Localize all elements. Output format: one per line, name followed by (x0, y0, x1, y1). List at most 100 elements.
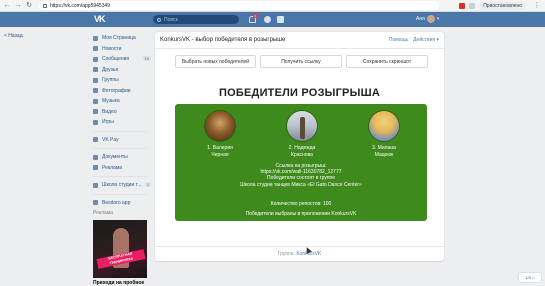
save-screenshot-button[interactable]: Сохранить скриншот (346, 55, 428, 68)
video-icon (93, 109, 98, 114)
actions-label: Действия (413, 37, 435, 43)
browser-toolbar: ← → ↻ https://vk.com/app5945349 Приостан… (0, 0, 545, 12)
extension-icon[interactable] (459, 3, 465, 9)
extension-icon[interactable] (469, 3, 475, 9)
winner-name[interactable]: 2. Надежда Краснова (272, 145, 332, 158)
chosen-in-app-note: Победители выбраны в приложении KonkursV… (175, 211, 427, 217)
nav-label: Документы (102, 154, 128, 160)
footer-label: Группа: (278, 251, 295, 257)
docs-icon (93, 155, 98, 160)
help-link[interactable]: Помощь (389, 37, 408, 43)
menu-icon[interactable]: ⋮ (533, 2, 541, 10)
games-icon (93, 120, 98, 125)
search-input[interactable] (164, 17, 234, 23)
address-bar[interactable]: https://vk.com/app5945349 (39, 1, 439, 10)
nav-item-video[interactable]: Видео (93, 107, 151, 118)
music-note-icon[interactable] (264, 16, 271, 23)
play-icon[interactable] (277, 16, 284, 23)
reload-icon[interactable]: ↻ (25, 2, 33, 10)
winner-photo[interactable] (286, 110, 318, 142)
back-arrow-icon[interactable]: ← (3, 2, 11, 10)
nav-label: Школа студии т... (102, 182, 142, 188)
divider (93, 131, 147, 132)
ad-image[interactable]: БЕСПЛАТНАЯ ТРЕНИРОВКА (93, 220, 147, 278)
group-name: Школа студии танцев Микса «El Gato Dance… (175, 182, 427, 188)
get-link-button[interactable]: Получить ссылку (260, 55, 342, 68)
ads-icon (93, 165, 98, 170)
vkpay-icon (93, 137, 98, 142)
nav-label: Видео (102, 109, 117, 115)
nav-label: Фотографии (102, 88, 131, 94)
nav-item-my-page[interactable]: Моя Страница (93, 33, 151, 44)
winner-surname-line: Мацеюк (354, 152, 414, 159)
nav-item-documents[interactable]: Документы (93, 152, 151, 163)
app-card: KonkursVK - выбор победителя в розыгрыше… (155, 32, 444, 261)
winner-card: 3. Милана Мацеюк (354, 110, 414, 158)
action-buttons: Выбрать новых победителей Получить ссылк… (175, 55, 428, 68)
lock-icon (43, 4, 47, 8)
messages-icon (93, 57, 98, 62)
school-icon (93, 183, 98, 188)
winners-panel: 1. Валерия Черная 2. Надежда Краснова 3.… (175, 104, 427, 221)
photos-icon (93, 88, 98, 93)
vk-header: VK 1 Аня ▾ (0, 12, 545, 27)
nav-item-news[interactable]: Новости (93, 44, 151, 55)
nav-label: Моя Страница (102, 35, 136, 41)
actions-menu[interactable]: Действия ▾ (413, 37, 439, 43)
app-footer: Группа: KonkursVK (155, 246, 444, 261)
app-header: KonkursVK - выбор победителя в розыгрыше… (155, 32, 444, 49)
avatar (427, 15, 435, 23)
friends-icon (93, 67, 98, 72)
nav-item-vkpay[interactable]: VK Pay (93, 135, 151, 146)
vk-logo[interactable]: VK (94, 15, 109, 24)
nav-item-messages[interactable]: Сообщения19 (93, 54, 151, 65)
music-icon (93, 99, 98, 104)
nav-label: Музыка (102, 98, 120, 104)
search-icon (157, 18, 161, 22)
nav-label: Новости (102, 46, 121, 52)
nav-item-photos[interactable]: Фотографии (93, 86, 151, 97)
nav-item-games[interactable]: Игры (93, 117, 151, 128)
ad-caption[interactable]: Приходи на пробное (93, 280, 151, 286)
winners-title: ПОБЕДИТЕЛИ РОЗЫГРЫША (155, 87, 444, 99)
nav-label: Реклама (102, 165, 122, 171)
profile-button[interactable]: Приостановлено (479, 2, 526, 10)
winner-name[interactable]: 1. Валерия Черная (190, 145, 250, 158)
url-text: https://vk.com/app5945349 (50, 3, 110, 9)
search-box[interactable] (153, 15, 239, 24)
nav-label: VK Pay (102, 137, 119, 143)
groups-icon (93, 78, 98, 83)
nav-item-school[interactable]: Школа студии т...1 (93, 180, 151, 191)
nav-item-groups[interactable]: Группы (93, 75, 151, 86)
user-menu[interactable]: Аня ▾ (416, 15, 439, 23)
nav-label: Игры (102, 119, 114, 125)
winner-surname-line: Черная (190, 152, 250, 159)
back-link[interactable]: < Назад (4, 33, 23, 39)
giveaway-info: Ссылка на розыгрыш: https://vk.com/wall-… (175, 163, 427, 188)
user-name: Аня (416, 16, 425, 22)
reposts-count: Количество репостов: 100 (175, 201, 427, 207)
nav-item-ads[interactable]: Реклама (93, 163, 151, 174)
notification-badge: 1 (253, 14, 258, 18)
divider (93, 194, 147, 195)
nav-item-app[interactable]: Besdoro app (93, 198, 151, 209)
forward-arrow-icon[interactable]: → (14, 2, 22, 10)
winner-photo[interactable] (368, 110, 400, 142)
pick-new-winners-button[interactable]: Выбрать новых победителей (175, 55, 256, 68)
divider (93, 148, 147, 149)
nav-label: Besdoro app (102, 200, 130, 206)
ads-section-label: Реклама (93, 210, 151, 216)
winner-name[interactable]: 3. Милана Мацеюк (354, 145, 414, 158)
nav-item-music[interactable]: Музыка (93, 96, 151, 107)
winner-surname-line: Краснова (272, 152, 332, 159)
nav-item-friends[interactable]: Друзья (93, 65, 151, 76)
home-icon (93, 36, 98, 41)
chat-tab[interactable]: 1/3 ⌂ (519, 273, 541, 282)
news-icon (93, 46, 98, 51)
winner-photo[interactable] (204, 110, 236, 142)
winner-card: 1. Валерия Черная (190, 110, 250, 158)
winner-card: 2. Надежда Краснова (272, 110, 332, 158)
school-count-badge: 1 (145, 182, 151, 187)
chevron-down-icon: ▾ (437, 16, 440, 22)
messages-count-badge: 19 (143, 56, 151, 61)
